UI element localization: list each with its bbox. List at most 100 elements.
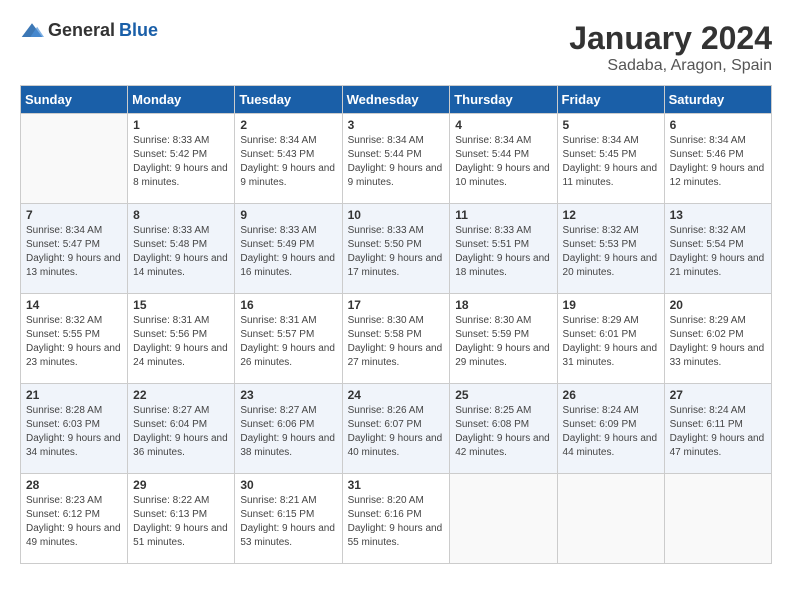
day-info: Sunrise: 8:27 AMSunset: 6:06 PMDaylight:… bbox=[240, 404, 336, 460]
day-info: Sunrise: 8:32 AMSunset: 5:55 PMDaylight:… bbox=[26, 314, 122, 370]
calendar-week-row: 28Sunrise: 8:23 AMSunset: 6:12 PMDayligh… bbox=[21, 474, 772, 564]
calendar-table: Sunday Monday Tuesday Wednesday Thursday… bbox=[20, 85, 772, 564]
day-info: Sunrise: 8:24 AMSunset: 6:11 PMDaylight:… bbox=[670, 404, 766, 460]
day-info: Sunrise: 8:30 AMSunset: 5:59 PMDaylight:… bbox=[455, 314, 551, 370]
day-number: 13 bbox=[670, 208, 766, 222]
day-info: Sunrise: 8:32 AMSunset: 5:54 PMDaylight:… bbox=[670, 224, 766, 280]
calendar-week-row: 1 Sunrise: 8:33 AMSunset: 5:42 PMDaylight… bbox=[21, 114, 772, 204]
calendar-header-row: Sunday Monday Tuesday Wednesday Thursday… bbox=[21, 86, 772, 114]
day-info: Sunrise: 8:25 AMSunset: 6:08 PMDaylight:… bbox=[455, 404, 551, 460]
day-number: 24 bbox=[348, 388, 445, 402]
table-row: 26 Sunrise: 8:24 AMSunset: 6:09 PMDayligh… bbox=[557, 384, 664, 474]
day-number: 26 bbox=[563, 388, 659, 402]
day-number: 29 bbox=[133, 478, 229, 492]
day-number: 5 bbox=[563, 118, 659, 132]
logo-general-text: General bbox=[48, 20, 115, 41]
col-friday: Friday bbox=[557, 86, 664, 114]
day-info: Sunrise: 8:28 AMSunset: 6:03 PMDaylight:… bbox=[26, 404, 122, 460]
calendar-week-row: 21 Sunrise: 8:28 AMSunset: 6:03 PMDayligh… bbox=[21, 384, 772, 474]
logo-blue-text: Blue bbox=[119, 20, 158, 41]
table-row: 18Sunrise: 8:30 AMSunset: 5:59 PMDayligh… bbox=[450, 294, 557, 384]
day-info: Sunrise: 8:34 AMSunset: 5:44 PMDaylight:… bbox=[348, 134, 445, 190]
page-header: GeneralBlue January 2024 Sadaba, Aragon,… bbox=[20, 20, 772, 75]
col-wednesday: Wednesday bbox=[342, 86, 450, 114]
table-row bbox=[450, 474, 557, 564]
day-number: 3 bbox=[348, 118, 445, 132]
table-row: 12 Sunrise: 8:32 AMSunset: 5:53 PMDayligh… bbox=[557, 204, 664, 294]
day-number: 6 bbox=[670, 118, 766, 132]
day-number: 12 bbox=[563, 208, 659, 222]
table-row: 2Sunrise: 8:34 AMSunset: 5:43 PMDaylight… bbox=[235, 114, 342, 204]
table-row: 23Sunrise: 8:27 AMSunset: 6:06 PMDayligh… bbox=[235, 384, 342, 474]
day-number: 19 bbox=[563, 298, 659, 312]
table-row: 25 Sunrise: 8:25 AMSunset: 6:08 PMDayligh… bbox=[450, 384, 557, 474]
day-number: 31 bbox=[348, 478, 445, 492]
day-info: Sunrise: 8:33 AMSunset: 5:48 PMDaylight:… bbox=[133, 224, 229, 280]
day-number: 27 bbox=[670, 388, 766, 402]
month-title: January 2024 bbox=[569, 20, 772, 57]
day-info: Sunrise: 8:31 AMSunset: 5:56 PMDaylight:… bbox=[133, 314, 229, 370]
day-number: 16 bbox=[240, 298, 336, 312]
day-info: Sunrise: 8:32 AMSunset: 5:53 PMDaylight:… bbox=[563, 224, 659, 280]
logo-icon bbox=[20, 21, 44, 41]
day-info: Sunrise: 8:24 AMSunset: 6:09 PMDaylight:… bbox=[563, 404, 659, 460]
location-title: Sadaba, Aragon, Spain bbox=[569, 57, 772, 75]
day-info: Sunrise: 8:34 AMSunset: 5:44 PMDaylight:… bbox=[455, 134, 551, 190]
table-row: 3 Sunrise: 8:34 AMSunset: 5:44 PMDaylight… bbox=[342, 114, 450, 204]
day-number: 7 bbox=[26, 208, 122, 222]
day-number: 21 bbox=[26, 388, 122, 402]
table-row: 6 Sunrise: 8:34 AMSunset: 5:46 PMDaylight… bbox=[664, 114, 771, 204]
day-info: Sunrise: 8:33 AMSunset: 5:49 PMDaylight:… bbox=[240, 224, 336, 280]
table-row: 13 Sunrise: 8:32 AMSunset: 5:54 PMDayligh… bbox=[664, 204, 771, 294]
table-row: 8 Sunrise: 8:33 AMSunset: 5:48 PMDaylight… bbox=[128, 204, 235, 294]
day-number: 22 bbox=[133, 388, 229, 402]
day-info: Sunrise: 8:34 AMSunset: 5:45 PMDaylight:… bbox=[563, 134, 659, 190]
table-row: 16 Sunrise: 8:31 AMSunset: 5:57 PMDayligh… bbox=[235, 294, 342, 384]
calendar-week-row: 14 Sunrise: 8:32 AMSunset: 5:55 PMDayligh… bbox=[21, 294, 772, 384]
table-row: 31 Sunrise: 8:20 AMSunset: 6:16 PMDayligh… bbox=[342, 474, 450, 564]
day-info: Sunrise: 8:33 AMSunset: 5:42 PMDaylight:… bbox=[133, 134, 229, 190]
day-number: 14 bbox=[26, 298, 122, 312]
col-tuesday: Tuesday bbox=[235, 86, 342, 114]
table-row: 24 Sunrise: 8:26 AMSunset: 6:07 PMDayligh… bbox=[342, 384, 450, 474]
day-number: 11 bbox=[455, 208, 551, 222]
day-number: 1 bbox=[133, 118, 229, 132]
table-row: 30Sunrise: 8:21 AMSunset: 6:15 PMDayligh… bbox=[235, 474, 342, 564]
day-number: 8 bbox=[133, 208, 229, 222]
day-info: Sunrise: 8:22 AMSunset: 6:13 PMDaylight:… bbox=[133, 494, 229, 550]
day-number: 15 bbox=[133, 298, 229, 312]
table-row: 10Sunrise: 8:33 AMSunset: 5:50 PMDayligh… bbox=[342, 204, 450, 294]
day-info: Sunrise: 8:29 AMSunset: 6:02 PMDaylight:… bbox=[670, 314, 766, 370]
day-info: Sunrise: 8:31 AMSunset: 5:57 PMDaylight:… bbox=[240, 314, 336, 370]
day-number: 17 bbox=[348, 298, 445, 312]
day-number: 25 bbox=[455, 388, 551, 402]
day-info: Sunrise: 8:26 AMSunset: 6:07 PMDaylight:… bbox=[348, 404, 445, 460]
table-row: 15 Sunrise: 8:31 AMSunset: 5:56 PMDayligh… bbox=[128, 294, 235, 384]
day-info: Sunrise: 8:30 AMSunset: 5:58 PMDaylight:… bbox=[348, 314, 445, 370]
table-row bbox=[21, 114, 128, 204]
day-info: Sunrise: 8:20 AMSunset: 6:16 PMDaylight:… bbox=[348, 494, 445, 550]
table-row: 20 Sunrise: 8:29 AMSunset: 6:02 PMDayligh… bbox=[664, 294, 771, 384]
day-info: Sunrise: 8:33 AMSunset: 5:51 PMDaylight:… bbox=[455, 224, 551, 280]
table-row: 7Sunrise: 8:34 AMSunset: 5:47 PMDaylight… bbox=[21, 204, 128, 294]
day-info: Sunrise: 8:29 AMSunset: 6:01 PMDaylight:… bbox=[563, 314, 659, 370]
day-number: 20 bbox=[670, 298, 766, 312]
col-thursday: Thursday bbox=[450, 86, 557, 114]
table-row: 1 Sunrise: 8:33 AMSunset: 5:42 PMDaylight… bbox=[128, 114, 235, 204]
day-number: 9 bbox=[240, 208, 336, 222]
title-area: January 2024 Sadaba, Aragon, Spain bbox=[569, 20, 772, 75]
table-row bbox=[664, 474, 771, 564]
day-info: Sunrise: 8:27 AMSunset: 6:04 PMDaylight:… bbox=[133, 404, 229, 460]
table-row: 11 Sunrise: 8:33 AMSunset: 5:51 PMDayligh… bbox=[450, 204, 557, 294]
day-info: Sunrise: 8:23 AMSunset: 6:12 PMDaylight:… bbox=[26, 494, 122, 550]
day-info: Sunrise: 8:34 AMSunset: 5:46 PMDaylight:… bbox=[670, 134, 766, 190]
day-number: 30 bbox=[240, 478, 336, 492]
table-row: 9 Sunrise: 8:33 AMSunset: 5:49 PMDaylight… bbox=[235, 204, 342, 294]
table-row: 5 Sunrise: 8:34 AMSunset: 5:45 PMDaylight… bbox=[557, 114, 664, 204]
table-row bbox=[557, 474, 664, 564]
col-saturday: Saturday bbox=[664, 86, 771, 114]
col-sunday: Sunday bbox=[21, 86, 128, 114]
table-row: 22 Sunrise: 8:27 AMSunset: 6:04 PMDayligh… bbox=[128, 384, 235, 474]
table-row: 19 Sunrise: 8:29 AMSunset: 6:01 PMDayligh… bbox=[557, 294, 664, 384]
table-row: 27 Sunrise: 8:24 AMSunset: 6:11 PMDayligh… bbox=[664, 384, 771, 474]
